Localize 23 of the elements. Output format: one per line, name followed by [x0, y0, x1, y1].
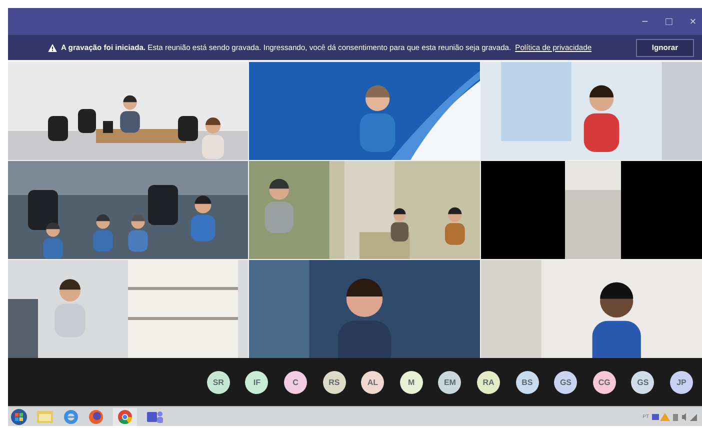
- warning-icon: [48, 44, 57, 52]
- tray-icons-drawing[interactable]: [652, 412, 698, 422]
- close-button[interactable]: ×: [686, 16, 700, 28]
- globe-icon[interactable]: [63, 408, 79, 424]
- participant-avatar[interactable]: JP: [670, 370, 693, 394]
- maximize-button[interactable]: □: [662, 16, 676, 28]
- participant-avatar[interactable]: BS: [516, 370, 539, 394]
- participant-avatar[interactable]: RS: [322, 370, 346, 394]
- participant-avatar[interactable]: IF: [245, 370, 268, 394]
- participant-avatar[interactable]: C: [284, 370, 308, 394]
- start-button[interactable]: [11, 408, 27, 424]
- participant-avatar[interactable]: SR: [206, 370, 230, 394]
- participant-avatar[interactable]: RA: [477, 370, 500, 394]
- participant-avatar[interactable]: GS: [554, 370, 578, 394]
- fox-icon[interactable]: [88, 408, 104, 424]
- minimize-button[interactable]: −: [638, 16, 652, 28]
- participant-avatar[interactable]: EM: [438, 370, 462, 394]
- participant-avatar[interactable]: CG: [592, 370, 616, 394]
- participant-avatar[interactable]: GS: [631, 370, 654, 394]
- people-icon[interactable]: [146, 408, 164, 424]
- participant-avatar[interactable]: M: [400, 370, 423, 394]
- participant-avatar[interactable]: AL: [361, 370, 384, 394]
- browser-icon[interactable]: [113, 408, 137, 426]
